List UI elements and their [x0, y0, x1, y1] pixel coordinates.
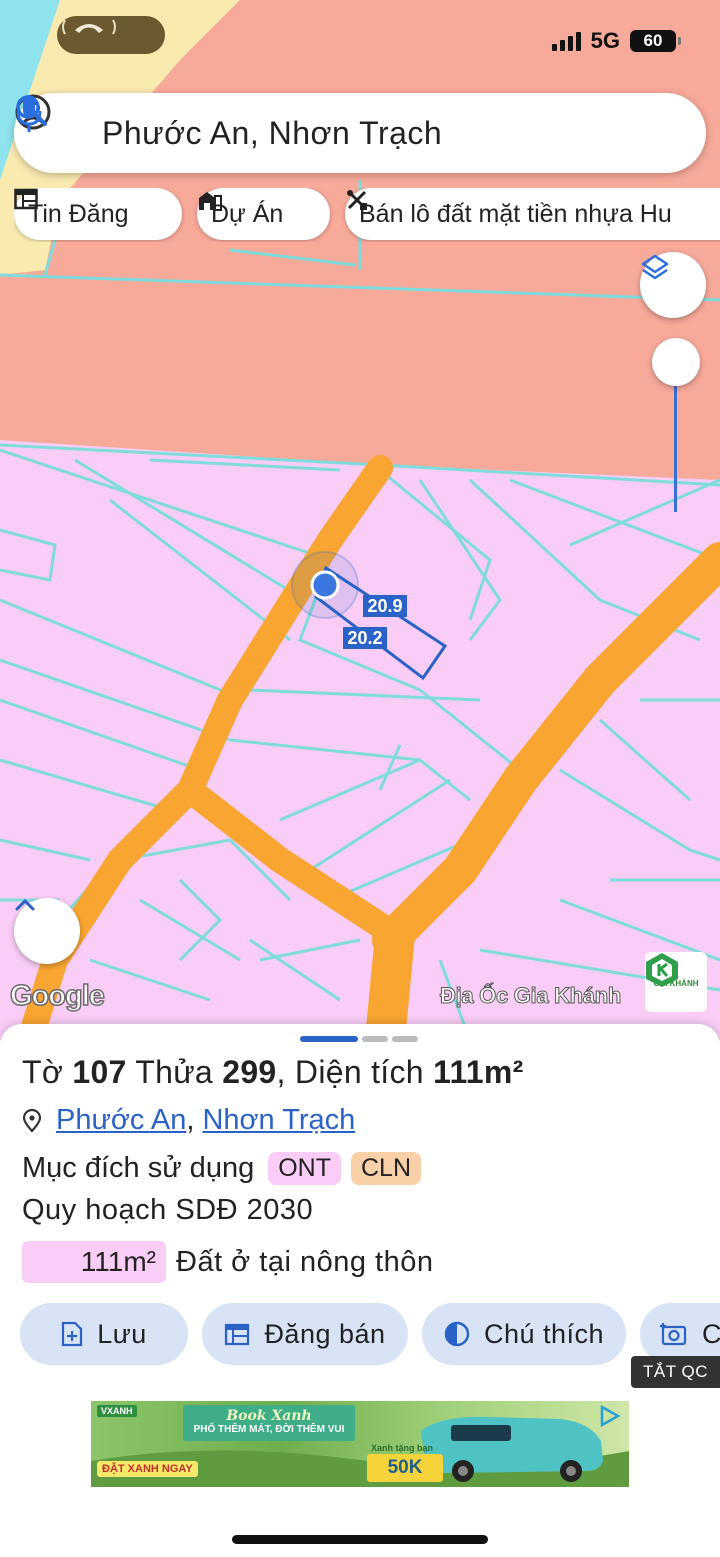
action-label: Lưu — [97, 1318, 147, 1349]
phone-icon — [62, 19, 116, 35]
post-sale-button[interactable]: Đăng bán — [202, 1303, 408, 1365]
ad-bonus-label: Xanh tặng bạn — [371, 1443, 434, 1453]
listing-icon — [14, 188, 38, 210]
ad-choices-icon[interactable] — [599, 1405, 621, 1427]
home-indicator[interactable] — [232, 1535, 488, 1544]
ad-cta[interactable]: ĐẶT XANH NGAY — [97, 1461, 198, 1477]
camera-icon — [660, 1323, 687, 1346]
map-view[interactable]: 20.9 20.2 5G 60 Phước An, Nhơn Trạch Tin… — [0, 0, 720, 1040]
ward-link[interactable]: Phước An — [56, 1104, 186, 1137]
parcel-number: 299 — [222, 1054, 277, 1090]
chevron-up-icon — [15, 898, 35, 911]
layers-icon — [641, 254, 669, 280]
ad-headline-box: Book Xanh PHỐ THÊM MÁT, ĐỜI THÊM VUI — [183, 1405, 355, 1441]
filter-chips: Tin Đăng Dự Án Bán lô đất mặt tiền nhựa … — [14, 188, 720, 242]
land-use-row: Mục đích sử dụng ONT CLN — [22, 1152, 421, 1185]
chip-featured-listing[interactable]: Bán lô đất mặt tiền nhựa Hu — [345, 188, 720, 240]
land-use-label: Mục đích sử dụng — [22, 1152, 255, 1184]
hide-ads-button[interactable]: TẮT QC — [631, 1356, 720, 1388]
gia-khanh-logo-icon — [646, 953, 678, 987]
google-attribution: Google — [9, 979, 105, 1013]
expand-up-button[interactable] — [14, 898, 80, 964]
search-input[interactable] — [102, 113, 572, 153]
calendar-icon — [225, 1323, 250, 1346]
signal-strength-icon — [551, 31, 581, 51]
action-label: C — [702, 1318, 720, 1349]
mic-icon[interactable] — [14, 93, 44, 135]
ad-banner[interactable]: VXANH Book Xanh PHỐ THÊM MÁT, ĐỜI THÊM V… — [91, 1401, 629, 1487]
brand-logo[interactable]: GIA KHÁNH — [645, 952, 707, 1012]
sheet-drag-handle[interactable] — [300, 1036, 418, 1042]
active-call-indicator[interactable] — [57, 16, 165, 54]
edge-length-label: 20.2 — [347, 628, 382, 648]
action-label: Chú thích — [483, 1318, 605, 1349]
plan-area-row: 111m² Đất ở tại nông thôn — [22, 1241, 433, 1283]
battery-icon: 60 — [630, 30, 681, 52]
chip-du-an[interactable]: Dự Án — [197, 188, 330, 240]
ad-headline: Book Xanh — [226, 1408, 312, 1424]
sheet-number: 107 — [72, 1054, 127, 1090]
plan-area-value: 111m² — [22, 1241, 166, 1283]
chip-label: Tin Đăng — [28, 199, 129, 228]
parcel-info-sheet[interactable]: Tờ 107 Thửa 299, Diện tích 111m² Phước A… — [0, 1024, 720, 1557]
buildings-icon — [199, 192, 222, 211]
parcel-location: Phước An, Nhơn Trạch — [22, 1104, 355, 1137]
ad-bonus: 50K — [367, 1454, 443, 1482]
layers-button[interactable] — [640, 252, 706, 318]
action-buttons: Lưu Đăng bán Chú thích C — [20, 1303, 720, 1367]
ad-subline: PHỐ THÊM MÁT, ĐỜI THÊM VUI — [193, 1424, 345, 1435]
chip-label: Bán lô đất mặt tiền nhựa Hu — [359, 199, 672, 228]
plan-label: Quy hoạch SDĐ 2030 — [22, 1194, 314, 1226]
location-pin-icon — [22, 1108, 42, 1133]
save-icon — [62, 1321, 83, 1347]
land-use-badge[interactable]: CLN — [350, 1152, 421, 1185]
action-label: Đăng bán — [264, 1318, 386, 1349]
brand-overlay-text: Địa Ốc Gia Khánh — [439, 983, 622, 1009]
legend-icon — [444, 1321, 470, 1347]
chip-tin-dang[interactable]: Tin Đăng — [14, 188, 182, 240]
current-location-dot — [310, 570, 340, 600]
district-link[interactable]: Nhơn Trạch — [202, 1104, 355, 1137]
status-bar-right: 5G 60 — [551, 28, 681, 54]
parcel-area: 111m² — [433, 1054, 524, 1090]
opacity-slider-thumb[interactable] — [652, 338, 700, 386]
parcel-title: Tờ 107 Thửa 299, Diện tích 111m² — [22, 1054, 524, 1090]
search-bar[interactable] — [14, 93, 706, 173]
network-type: 5G — [590, 28, 620, 53]
legend-button[interactable]: Chú thích — [422, 1303, 626, 1365]
land-use-badge[interactable]: ONT — [268, 1152, 341, 1185]
plan-area-description: Đất ở tại nông thôn — [176, 1245, 434, 1278]
save-button[interactable]: Lưu — [20, 1303, 188, 1365]
tools-icon — [347, 190, 367, 210]
ad-brand-tag: VXANH — [97, 1405, 137, 1417]
edge-length-label: 20.9 — [367, 596, 402, 616]
